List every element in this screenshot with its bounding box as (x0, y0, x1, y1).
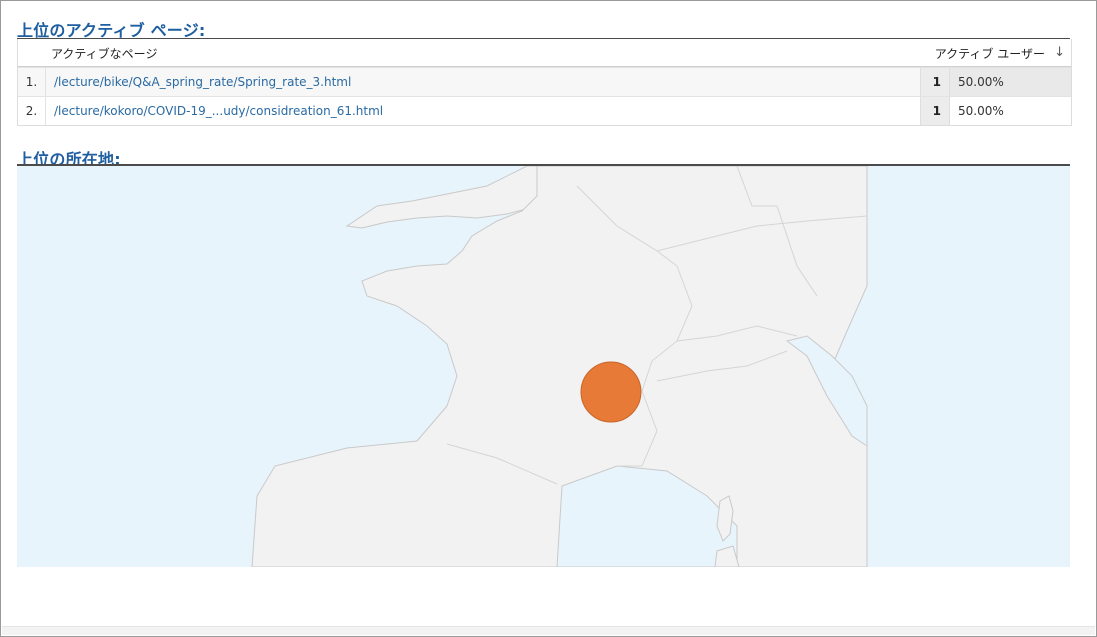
page-link[interactable]: /lecture/kokoro/COVID-19_...udy/considre… (54, 97, 383, 125)
page-link[interactable]: /lecture/bike/Q&A_spring_rate/Spring_rat… (54, 68, 351, 96)
map-svg (251, 166, 868, 567)
column-header-active-users[interactable]: アクティブ ユーザー (935, 45, 1045, 62)
row-index: 2. (18, 97, 46, 125)
table-row: 1. /lecture/bike/Q&A_spring_rate/Spring_… (18, 67, 1071, 96)
active-user-count: 1 (920, 68, 950, 96)
active-user-percent: 50.00% (950, 68, 1071, 96)
map-land (251, 166, 868, 567)
top-pages-table: アクティブなページ アクティブ ユーザー ↓ 1. /lecture/bike/… (17, 39, 1072, 126)
location-map[interactable] (17, 166, 1070, 567)
location-marker[interactable] (580, 361, 642, 423)
table-header: アクティブなページ アクティブ ユーザー ↓ (18, 39, 1071, 67)
table-row: 2. /lecture/kokoro/COVID-19_...udy/consi… (18, 96, 1071, 125)
arrow-down-icon[interactable]: ↓ (1054, 45, 1065, 60)
report-frame: 上位のアクティブ ページ: アクティブなページ アクティブ ユーザー ↓ 1. … (0, 0, 1097, 637)
footer-strip (2, 626, 1095, 635)
active-user-percent: 50.00% (958, 104, 1004, 118)
row-index: 1. (18, 68, 46, 96)
column-header-page: アクティブなページ (51, 47, 158, 61)
active-user-count: 1 (920, 97, 950, 125)
